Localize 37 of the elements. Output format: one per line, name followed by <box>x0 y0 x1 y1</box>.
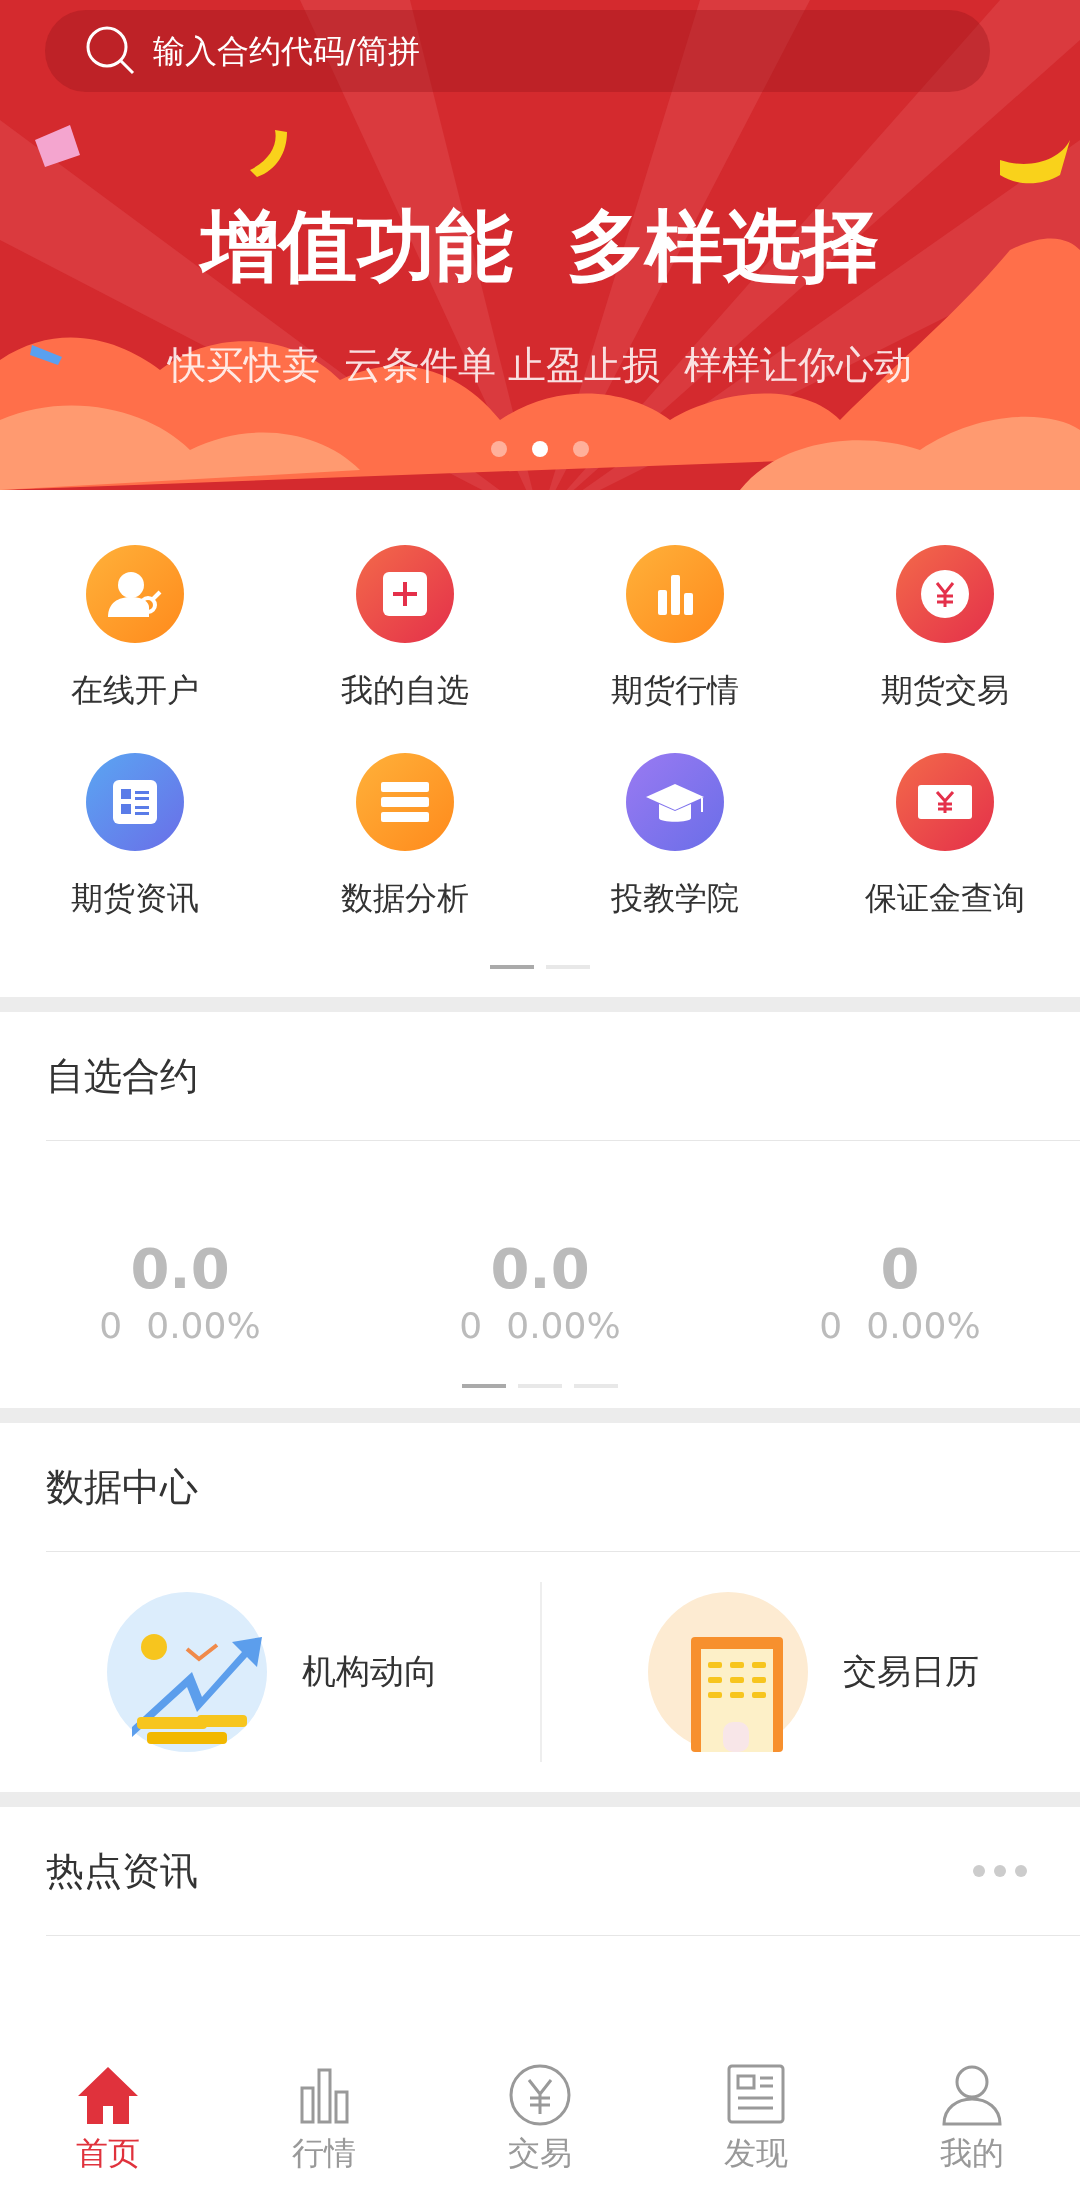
contract-change: 0 <box>459 1305 483 1346</box>
yuan-icon <box>896 545 994 643</box>
more-icon[interactable] <box>972 1864 1028 1878</box>
search-icon <box>85 25 137 77</box>
menu-label[interactable]: 期货资讯 <box>71 877 199 921</box>
section-title: 自选合约 <box>46 1052 198 1100</box>
data-center-link[interactable]: 机构动向 <box>302 1649 438 1695</box>
menu-label[interactable]: 在线开户 <box>71 669 199 713</box>
contract-price: 0 <box>880 1236 920 1301</box>
change-percent: 0.00% <box>146 1305 261 1346</box>
carousel-dot[interactable] <box>491 441 507 457</box>
menu-label[interactable]: 期货交易 <box>881 669 1009 713</box>
section-title: 热点资讯 <box>46 1847 198 1895</box>
change-percent: 0.00% <box>866 1305 981 1346</box>
menu-label[interactable]: 投教学院 <box>611 877 739 921</box>
add-icon <box>356 545 454 643</box>
contract-price: 0.0 <box>130 1236 230 1301</box>
account-icon <box>86 545 184 643</box>
banner-title: 增值功能 多样选择 <box>200 200 880 293</box>
tab-item[interactable]: 首页 <box>0 2050 216 2187</box>
margin-icon <box>896 753 994 851</box>
data-center-link[interactable]: 交易日历 <box>843 1649 979 1695</box>
chart-icon <box>626 545 724 643</box>
change-percent: 0.00% <box>506 1305 621 1346</box>
banner-subtitle: 快买快卖 云条件单 止盈止损 样样让你心动 <box>167 342 913 389</box>
menu-label[interactable]: 我的自选 <box>341 669 469 713</box>
menu-label[interactable]: 数据分析 <box>341 877 469 921</box>
news-icon <box>86 753 184 851</box>
contract-change: 0 <box>99 1305 123 1346</box>
carousel-dot[interactable] <box>573 441 589 457</box>
contract-price: 0.0 <box>490 1236 590 1301</box>
menu-label[interactable]: 期货行情 <box>611 669 739 713</box>
section-title: 数据中心 <box>46 1463 198 1511</box>
contract-change: 0 <box>819 1305 843 1346</box>
school-icon <box>626 753 724 851</box>
menu-label[interactable]: 保证金查询 <box>865 877 1025 921</box>
data-icon <box>356 753 454 851</box>
